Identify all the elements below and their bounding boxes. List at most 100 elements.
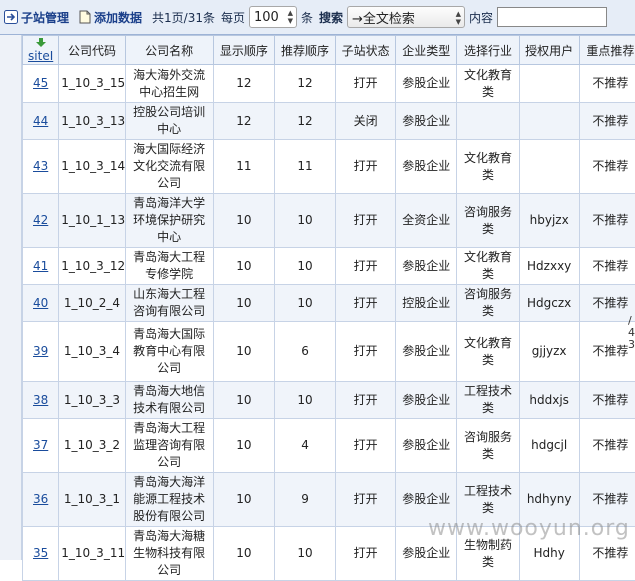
cell-user: [519, 65, 579, 103]
cell-status: 打开: [336, 194, 396, 248]
row-id[interactable]: 45: [23, 65, 59, 103]
cell-industry: 咨询服务类: [457, 194, 519, 248]
search-type-value: →全文检索: [352, 8, 415, 27]
row-id-link[interactable]: 45: [33, 76, 48, 90]
content-label: 内容: [469, 9, 493, 26]
cell-code: 1_10_3_14: [59, 140, 125, 194]
row-id-link[interactable]: 43: [33, 159, 48, 173]
cell-code: 1_10_3_1: [59, 473, 125, 527]
col-header-type: 企业类型: [396, 36, 457, 65]
row-id[interactable]: 37: [23, 419, 59, 473]
row-id-link[interactable]: 44: [33, 114, 48, 128]
cell-type: 参股企业: [396, 103, 457, 140]
subsite-table: siteI 公司代码 公司名称 显示顺序 推荐顺序 子站状态 企业类型 选择行业…: [22, 35, 635, 581]
left-frame-edge: [0, 35, 22, 560]
row-id-link[interactable]: 41: [33, 259, 48, 273]
row-id-link[interactable]: 38: [33, 393, 48, 407]
cell-featured: 不推荐: [579, 285, 635, 322]
row-id[interactable]: 35: [23, 527, 59, 581]
table-header: siteI 公司代码 公司名称 显示顺序 推荐顺序 子站状态 企业类型 选择行业…: [23, 36, 635, 65]
cell-rec-order: 9: [274, 473, 335, 527]
cell-display-order: 10: [213, 419, 274, 473]
cell-code: 1_10_3_3: [59, 382, 125, 419]
row-id[interactable]: 36: [23, 473, 59, 527]
cell-display-order: 12: [213, 103, 274, 140]
row-id-link[interactable]: 37: [33, 438, 48, 452]
cell-name: 海大海外交流中心招生网: [125, 65, 213, 103]
cell-status: 打开: [336, 382, 396, 419]
cell-name: 山东海大工程咨询有限公司: [125, 285, 213, 322]
cell-featured: 不推荐: [579, 322, 635, 382]
siteid-sort-link[interactable]: siteI: [28, 49, 53, 63]
col-header-code: 公司代码: [59, 36, 125, 65]
cell-name: 青岛海大地信技术有限公司: [125, 382, 213, 419]
page-info: 共1页/31条: [152, 9, 215, 26]
cell-rec-order: 4: [274, 419, 335, 473]
row-id-link[interactable]: 36: [33, 492, 48, 506]
row-id[interactable]: 39: [23, 322, 59, 382]
cell-status: 打开: [336, 285, 396, 322]
cell-status: 打开: [336, 419, 396, 473]
search-type-select[interactable]: →全文检索 ▲▼: [347, 6, 465, 28]
col-header-industry: 选择行业: [457, 36, 519, 65]
col-header-siteid[interactable]: siteI: [23, 36, 59, 65]
subsite-manage-link[interactable]: 子站管理: [4, 9, 69, 26]
cell-featured: 不推荐: [579, 103, 635, 140]
per-page-stepper[interactable]: 100 ▲▼: [249, 6, 297, 28]
table-row: 44 1_10_3_13 控股公司培训中心 12 12 关闭 参股企业 不推荐: [23, 103, 635, 140]
add-data-label: 添加数据: [94, 9, 142, 26]
subsite-manage-label: 子站管理: [21, 9, 69, 26]
cell-code: 1_10_2_4: [59, 285, 125, 322]
cell-rec-order: 6: [274, 322, 335, 382]
col-header-user: 授权用户: [519, 36, 579, 65]
row-id-link[interactable]: 42: [33, 213, 48, 227]
row-id-link[interactable]: 35: [33, 546, 48, 560]
cell-user: [519, 140, 579, 194]
cell-name: 青岛海洋大学环境保护研究中心: [125, 194, 213, 248]
row-id-link[interactable]: 40: [33, 296, 48, 310]
row-id[interactable]: 44: [23, 103, 59, 140]
table-row: 45 1_10_3_15 海大海外交流中心招生网 12 12 打开 参股企业 文…: [23, 65, 635, 103]
table-row: 41 1_10_3_12 青岛海大工程专修学院 10 10 打开 参股企业 文化…: [23, 248, 635, 285]
row-id[interactable]: 41: [23, 248, 59, 285]
add-data-link[interactable]: 添加数据: [79, 9, 142, 26]
cell-industry: 文化教育类: [457, 140, 519, 194]
row-id[interactable]: 42: [23, 194, 59, 248]
table-row: 42 1_10_1_13 青岛海洋大学环境保护研究中心 10 10 打开 全资企…: [23, 194, 635, 248]
cell-type: 参股企业: [396, 322, 457, 382]
cell-type: 参股企业: [396, 382, 457, 419]
row-id[interactable]: 38: [23, 382, 59, 419]
cell-rec-order: 10: [274, 382, 335, 419]
cell-type: 参股企业: [396, 248, 457, 285]
cell-status: 打开: [336, 248, 396, 285]
search-input[interactable]: [497, 7, 607, 27]
row-id[interactable]: 43: [23, 140, 59, 194]
row-id-link[interactable]: 39: [33, 344, 48, 358]
sort-down-icon[interactable]: [23, 38, 58, 49]
spinner-icon[interactable]: ▲▼: [288, 9, 293, 25]
cell-status: 打开: [336, 65, 396, 103]
arrow-right-icon: [4, 10, 18, 24]
table-row: 38 1_10_3_3 青岛海大地信技术有限公司 10 10 打开 参股企业 工…: [23, 382, 635, 419]
cell-status: 关闭: [336, 103, 396, 140]
cell-code: 1_10_1_13: [59, 194, 125, 248]
cell-code: 1_10_3_2: [59, 419, 125, 473]
cell-rec-order: 10: [274, 285, 335, 322]
cell-name: 青岛海大工程监理咨询有限公司: [125, 419, 213, 473]
select-arrows-icon: ▲▼: [456, 10, 461, 26]
cell-user: hddxjs: [519, 382, 579, 419]
cell-display-order: 10: [213, 194, 274, 248]
cell-rec-order: 10: [274, 527, 335, 581]
cell-featured: 不推荐: [579, 248, 635, 285]
cell-code: 1_10_3_4: [59, 322, 125, 382]
cell-industry: 文化教育类: [457, 248, 519, 285]
toolbar: 子站管理 添加数据 共1页/31条 每页 100 ▲▼ 条 搜索 →全文检索 ▲…: [0, 0, 635, 35]
cell-name: 青岛海大工程专修学院: [125, 248, 213, 285]
row-id[interactable]: 40: [23, 285, 59, 322]
cell-status: 打开: [336, 473, 396, 527]
table-row: 40 1_10_2_4 山东海大工程咨询有限公司 10 10 打开 控股企业 咨…: [23, 285, 635, 322]
cell-featured: 不推荐: [579, 382, 635, 419]
col-header-featured: 重点推荐: [579, 36, 635, 65]
cell-display-order: 10: [213, 322, 274, 382]
table-row: 43 1_10_3_14 海大国际经济文化交流有限公司 11 11 打开 参股企…: [23, 140, 635, 194]
